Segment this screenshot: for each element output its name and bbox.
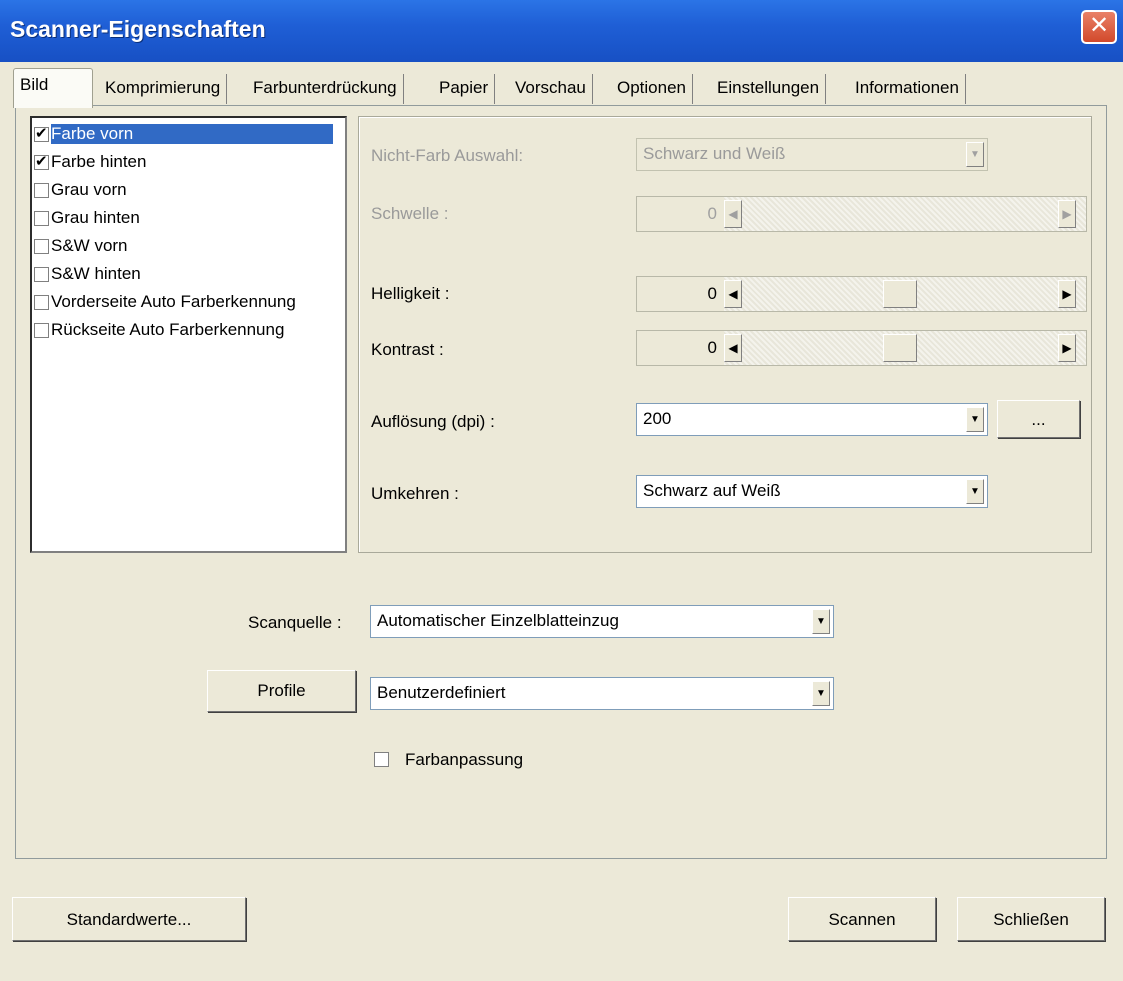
tab-komprimierung[interactable]: Komprimierung	[99, 74, 228, 104]
checkbox[interactable]	[34, 152, 49, 170]
aufloesung-more-button[interactable]: ...	[997, 400, 1080, 438]
slider-thumb[interactable]	[883, 334, 917, 362]
scanner-properties-dialog: Scanner-Eigenschaften ✕ Bild Komprimieru…	[0, 0, 1123, 981]
chevron-down-icon[interactable]: ▼	[966, 407, 984, 432]
slider-track[interactable]: ◀ ▶	[724, 277, 1086, 311]
title-bar[interactable]: Scanner-Eigenschaften ✕	[0, 0, 1123, 62]
list-item-label: S&W hinten	[51, 264, 141, 283]
profile-button[interactable]: Profile	[207, 670, 356, 712]
arrow-left-icon[interactable]: ◀	[724, 280, 742, 308]
chevron-down-icon[interactable]: ▼	[966, 142, 984, 167]
kontrast-label: Kontrast :	[371, 340, 444, 359]
slider-track[interactable]: ◀ ▶	[724, 331, 1086, 365]
tab-einstellungen[interactable]: Einstellungen	[711, 74, 827, 104]
tab-bild[interactable]: Bild	[13, 68, 93, 108]
list-item-grau-hinten[interactable]: Grau hinten	[34, 205, 343, 231]
aufloesung-label: Auflösung (dpi) :	[371, 412, 495, 431]
schwelle-slider[interactable]: 0 ◀ ▶	[636, 196, 1087, 232]
arrow-right-icon[interactable]: ▶	[1058, 200, 1076, 228]
tab-optionen[interactable]: Optionen	[611, 74, 693, 104]
checkbox[interactable]	[34, 124, 49, 142]
slider-track[interactable]: ◀ ▶	[724, 197, 1086, 231]
checkbox[interactable]	[34, 322, 49, 338]
slider-thumb[interactable]	[883, 280, 917, 308]
helligkeit-value: 0	[707, 284, 717, 303]
kontrast-value: 0	[707, 338, 717, 357]
scannen-button[interactable]: Scannen	[788, 897, 936, 941]
list-item-label: Grau vorn	[51, 180, 127, 199]
aufloesung-value: 200	[643, 409, 672, 428]
scanquelle-select[interactable]: Automatischer Einzelblatteinzug ▼	[370, 605, 834, 638]
arrow-left-icon[interactable]: ◀	[724, 334, 742, 362]
schliessen-button[interactable]: Schließen	[957, 897, 1105, 941]
nonfarb-value: Schwarz und Weiß	[643, 144, 786, 163]
list-item-sw-vorn[interactable]: S&W vorn	[34, 233, 343, 259]
standardwerte-button[interactable]: Standardwerte...	[12, 897, 246, 941]
scanquelle-value: Automatischer Einzelblatteinzug	[377, 611, 619, 630]
list-item-label: Grau hinten	[51, 208, 140, 227]
window-title: Scanner-Eigenschaften	[10, 16, 266, 42]
nonfarb-select[interactable]: Schwarz und Weiß ▼	[636, 138, 988, 171]
list-item-label: Vorderseite Auto Farberkennung	[51, 292, 296, 311]
schwelle-label: Schwelle :	[371, 204, 449, 223]
tab-informationen[interactable]: Informationen	[849, 74, 966, 104]
close-icon[interactable]: ✕	[1081, 10, 1117, 44]
profile-value: Benutzerdefiniert	[377, 683, 506, 702]
checkbox[interactable]	[34, 238, 49, 254]
list-item-farbe-vorn[interactable]: Farbe vorn	[34, 121, 343, 147]
arrow-left-icon[interactable]: ◀	[724, 200, 742, 228]
tab-papier[interactable]: Papier	[433, 74, 496, 104]
list-item-label: Farbe vorn	[51, 124, 334, 144]
checkbox[interactable]	[34, 266, 49, 282]
tab-vorschau[interactable]: Vorschau	[509, 74, 593, 104]
farbanpassung-checkbox[interactable]	[374, 752, 389, 767]
arrow-right-icon[interactable]: ▶	[1058, 280, 1076, 308]
helligkeit-label: Helligkeit :	[371, 284, 450, 303]
umkehren-select[interactable]: Schwarz auf Weiß ▼	[636, 475, 988, 508]
list-item-label: Farbe hinten	[51, 152, 147, 171]
helligkeit-slider[interactable]: 0 ◀ ▶	[636, 276, 1087, 312]
aufloesung-select[interactable]: 200 ▼	[636, 403, 988, 436]
arrow-right-icon[interactable]: ▶	[1058, 334, 1076, 362]
list-item-label: Rückseite Auto Farberkennung	[51, 320, 285, 339]
checkbox[interactable]	[34, 294, 49, 310]
kontrast-slider[interactable]: 0 ◀ ▶	[636, 330, 1087, 366]
list-item-rueckseite-auto[interactable]: Rückseite Auto Farberkennung	[34, 317, 343, 343]
schwelle-value: 0	[707, 204, 717, 223]
umkehren-label: Umkehren :	[371, 484, 459, 503]
list-item-grau-vorn[interactable]: Grau vorn	[34, 177, 343, 203]
farbanpassung-label: Farbanpassung	[405, 750, 524, 769]
image-type-list[interactable]: Farbe vorn Farbe hinten Grau vorn Grau h…	[30, 116, 347, 553]
chevron-down-icon[interactable]: ▼	[812, 681, 830, 706]
checkbox[interactable]	[34, 182, 49, 198]
chevron-down-icon[interactable]: ▼	[812, 609, 830, 634]
checkbox[interactable]	[34, 210, 49, 226]
list-item-label: S&W vorn	[51, 236, 128, 255]
scanquelle-label: Scanquelle :	[248, 613, 342, 632]
list-item-vorderseite-auto[interactable]: Vorderseite Auto Farberkennung	[34, 289, 343, 315]
nonfarb-label: Nicht-Farb Auswahl:	[371, 146, 524, 165]
umkehren-value: Schwarz auf Weiß	[643, 481, 781, 500]
profile-select[interactable]: Benutzerdefiniert ▼	[370, 677, 834, 710]
chevron-down-icon[interactable]: ▼	[966, 479, 984, 504]
list-item-sw-hinten[interactable]: S&W hinten	[34, 261, 343, 287]
tab-farbunterdrueckung[interactable]: Farbunterdrückung	[247, 74, 404, 104]
list-item-farbe-hinten[interactable]: Farbe hinten	[34, 149, 343, 175]
